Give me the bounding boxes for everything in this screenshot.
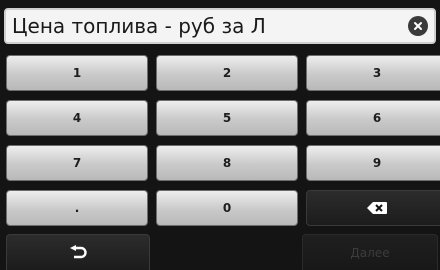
back-arrow-icon xyxy=(70,244,87,258)
back-button[interactable] xyxy=(6,234,150,270)
key-4[interactable]: 4 xyxy=(6,100,148,136)
key-2[interactable]: 2 xyxy=(156,55,298,91)
key-3[interactable]: 3 xyxy=(306,55,440,91)
key-0[interactable]: 0 xyxy=(156,190,298,226)
fuel-price-input-value: Цена топлива - руб за Л xyxy=(12,14,266,38)
key-5[interactable]: 5 xyxy=(156,100,298,136)
backspace-button[interactable] xyxy=(306,190,440,226)
fuel-price-input[interactable]: Цена топлива - руб за Л xyxy=(4,8,436,44)
key-8[interactable]: 8 xyxy=(156,145,298,181)
key-6[interactable]: 6 xyxy=(306,100,440,136)
key-7[interactable]: 7 xyxy=(6,145,148,181)
key-9[interactable]: 9 xyxy=(306,145,440,181)
numeric-keypad: 1 2 3 4 5 6 7 8 9 . 0 xyxy=(6,55,440,226)
clear-x-glyph xyxy=(414,22,422,30)
next-button[interactable]: Далее xyxy=(302,234,438,270)
key-1[interactable]: 1 xyxy=(6,55,148,91)
key-decimal[interactable]: . xyxy=(6,190,148,226)
backspace-icon xyxy=(367,202,387,214)
fuel-price-entry-screen: Цена топлива - руб за Л 1 2 3 4 5 6 7 8 … xyxy=(0,0,440,270)
clear-circle-icon[interactable] xyxy=(408,16,428,36)
footer-bar: Далее xyxy=(0,234,440,270)
